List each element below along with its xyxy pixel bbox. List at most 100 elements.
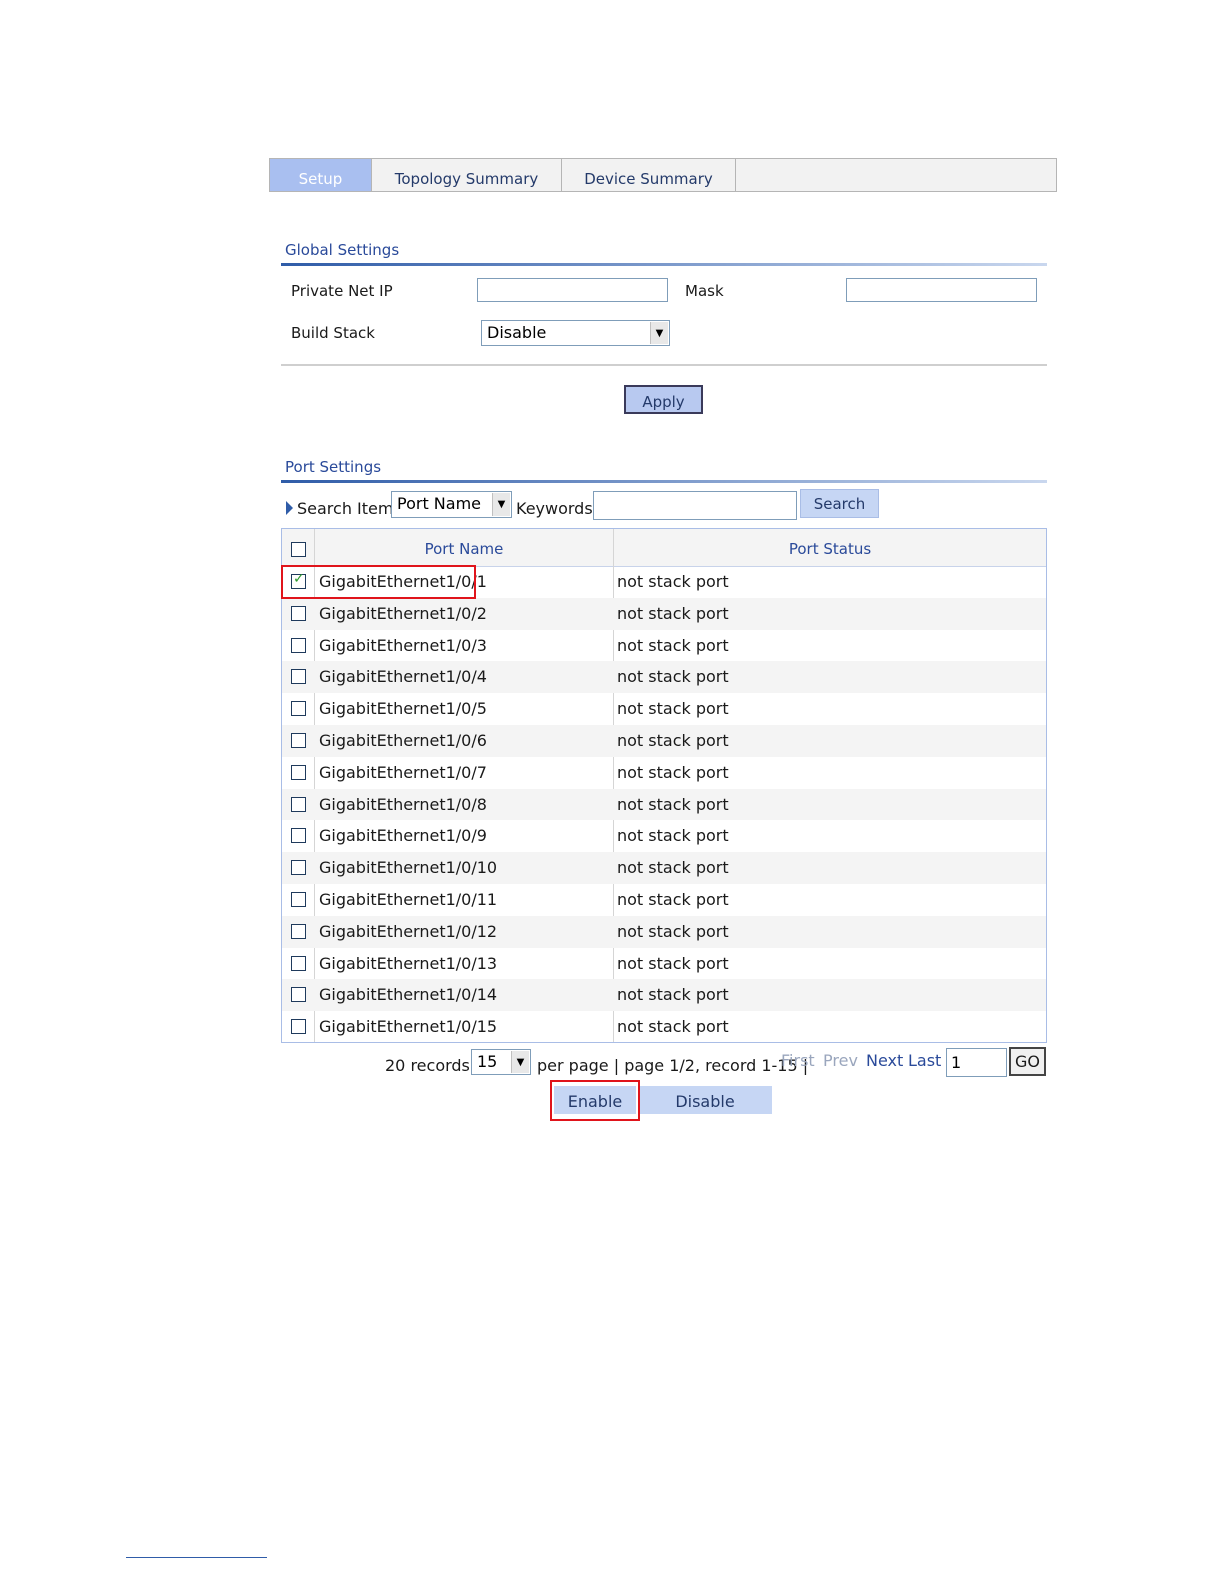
port-settings-title: Port Settings (285, 458, 382, 476)
port-status-cell: not stack port (617, 858, 729, 878)
row-checkbox[interactable] (291, 955, 306, 971)
footnote-divider (126, 1557, 267, 1558)
table-row: GigabitEthernet1/0/8 not stack port (282, 788, 1046, 821)
disable-button[interactable]: Disable (638, 1086, 772, 1114)
per-page-select[interactable]: 15 ▼ (471, 1049, 531, 1075)
build-stack-value: Disable (487, 323, 547, 342)
port-name-cell: GigabitEthernet1/0/4 (319, 667, 487, 687)
port-status-cell: not stack port (617, 699, 729, 719)
chevron-down-icon: ▼ (492, 493, 510, 516)
tab-setup[interactable]: Setup (270, 159, 372, 191)
private-net-ip-input[interactable] (477, 278, 668, 302)
column-header-port-name: Port Name (424, 540, 504, 558)
row-checkbox[interactable] (291, 605, 306, 621)
row-checkbox[interactable] (291, 987, 306, 1003)
search-item-value: Port Name (397, 494, 482, 513)
prev-page-link[interactable]: Prev (823, 1051, 858, 1070)
build-stack-select[interactable]: Disable ▼ (481, 320, 670, 346)
port-name-cell: GigabitEthernet1/0/8 (319, 794, 487, 814)
port-name-cell: GigabitEthernet1/0/14 (319, 985, 498, 1005)
last-page-link[interactable]: Last (908, 1051, 941, 1070)
table-row: GigabitEthernet1/0/12 not stack port (282, 915, 1046, 948)
row-checkbox[interactable] (291, 828, 306, 844)
row-checkbox[interactable] (291, 1019, 306, 1035)
go-button[interactable]: GO (1009, 1047, 1046, 1076)
table-row: GigabitEthernet1/0/10 not stack port (282, 852, 1046, 884)
next-page-link[interactable]: Next (866, 1051, 903, 1070)
port-name-cell: GigabitEthernet1/0/15 (319, 1017, 498, 1037)
port-status-cell: not stack port (617, 890, 729, 909)
port-status-cell: not stack port (617, 635, 729, 655)
port-name-cell: GigabitEthernet1/0/3 (319, 635, 487, 655)
port-name-cell: GigabitEthernet1/0/2 (319, 603, 487, 623)
port-status-cell: not stack port (617, 667, 729, 687)
keywords-label: Keywords: (516, 499, 599, 518)
port-status-cell: not stack port (617, 1017, 729, 1037)
port-status-cell: not stack port (617, 603, 729, 623)
divider (281, 480, 1047, 483)
port-name-cell: GigabitEthernet1/0/13 (319, 953, 498, 973)
port-table: Port Name Port Status GigabitEthernet1/0… (281, 528, 1047, 1043)
mask-label: Mask (685, 282, 724, 300)
private-net-ip-label: Private Net IP (291, 282, 393, 300)
row-checkbox[interactable] (291, 892, 306, 907)
row-checkbox[interactable] (291, 860, 306, 876)
port-status-cell: not stack port (617, 731, 729, 750)
global-settings-title: Global Settings (285, 241, 400, 259)
port-status-cell: not stack port (617, 826, 729, 846)
table-row: GigabitEthernet1/0/11 not stack port (282, 884, 1046, 916)
search-button[interactable]: Search (800, 489, 879, 518)
mask-input[interactable] (846, 278, 1037, 302)
tab-device-summary[interactable]: Device Summary (562, 159, 736, 191)
chevron-down-icon: ▼ (650, 322, 668, 344)
column-header-port-status: Port Status (788, 540, 872, 558)
table-row: GigabitEthernet1/0/5 not stack port (282, 693, 1046, 725)
row-checkbox[interactable] (291, 923, 306, 939)
search-item-label: Search Item: (297, 499, 399, 518)
build-stack-label: Build Stack (291, 324, 375, 342)
divider (281, 364, 1047, 366)
tab-topology-summary[interactable]: Topology Summary (372, 159, 562, 191)
port-name-cell: GigabitEthernet1/0/6 (319, 731, 487, 750)
row-checkbox[interactable] (291, 764, 306, 780)
port-name-cell: GigabitEthernet1/0/12 (319, 921, 498, 941)
tab-bar: Setup Topology Summary Device Summary (269, 158, 1057, 192)
table-row: GigabitEthernet1/0/14 not stack port (282, 979, 1046, 1012)
port-status-cell: not stack port (617, 921, 729, 941)
port-name-cell: GigabitEthernet1/0/7 (319, 762, 487, 782)
port-name-cell: GigabitEthernet1/0/11 (319, 890, 498, 909)
table-header: Port Name Port Status (282, 529, 1046, 567)
first-page-link[interactable]: First (781, 1051, 815, 1070)
search-item-select[interactable]: Port Name ▼ (391, 491, 512, 518)
per-page-value: 15 (477, 1052, 498, 1071)
port-name-cell: GigabitEthernet1/0/10 (319, 858, 498, 878)
port-status-cell: not stack port (617, 985, 729, 1005)
chevron-down-icon: ▼ (511, 1051, 529, 1073)
apply-button[interactable]: Apply (624, 385, 703, 414)
table-row: GigabitEthernet1/0/3 not stack port (282, 630, 1046, 662)
port-status-cell: not stack port (617, 794, 729, 814)
port-status-cell: not stack port (617, 572, 729, 591)
row-checkbox[interactable] (291, 669, 306, 685)
table-row: GigabitEthernet1/0/9 not stack port (282, 820, 1046, 852)
table-row: GigabitEthernet1/0/2 not stack port (282, 597, 1046, 630)
page-number-input[interactable] (946, 1048, 1007, 1077)
table-row: GigabitEthernet1/0/6 not stack port (282, 725, 1046, 757)
row-checkbox[interactable] (291, 637, 306, 653)
row-checkbox[interactable] (291, 796, 306, 812)
highlight-box-row-1 (281, 565, 476, 599)
triangle-right-icon (286, 501, 293, 515)
records-count: 20 records, (385, 1056, 475, 1075)
port-name-cell: GigabitEthernet1/0/5 (319, 699, 487, 719)
highlight-box-enable (550, 1080, 640, 1121)
keywords-input[interactable] (593, 491, 797, 520)
table-row: GigabitEthernet1/0/13 not stack port (282, 948, 1046, 980)
divider (281, 263, 1047, 266)
row-checkbox[interactable] (291, 701, 306, 717)
select-all-checkbox[interactable] (291, 542, 306, 557)
port-name-cell: GigabitEthernet1/0/9 (319, 826, 487, 846)
table-row: GigabitEthernet1/0/7 not stack port (282, 757, 1046, 789)
row-checkbox[interactable] (291, 733, 306, 748)
table-row: GigabitEthernet1/0/15 not stack port (282, 1011, 1046, 1043)
page-info: per page | page 1/2, record 1-15 | (537, 1056, 809, 1075)
